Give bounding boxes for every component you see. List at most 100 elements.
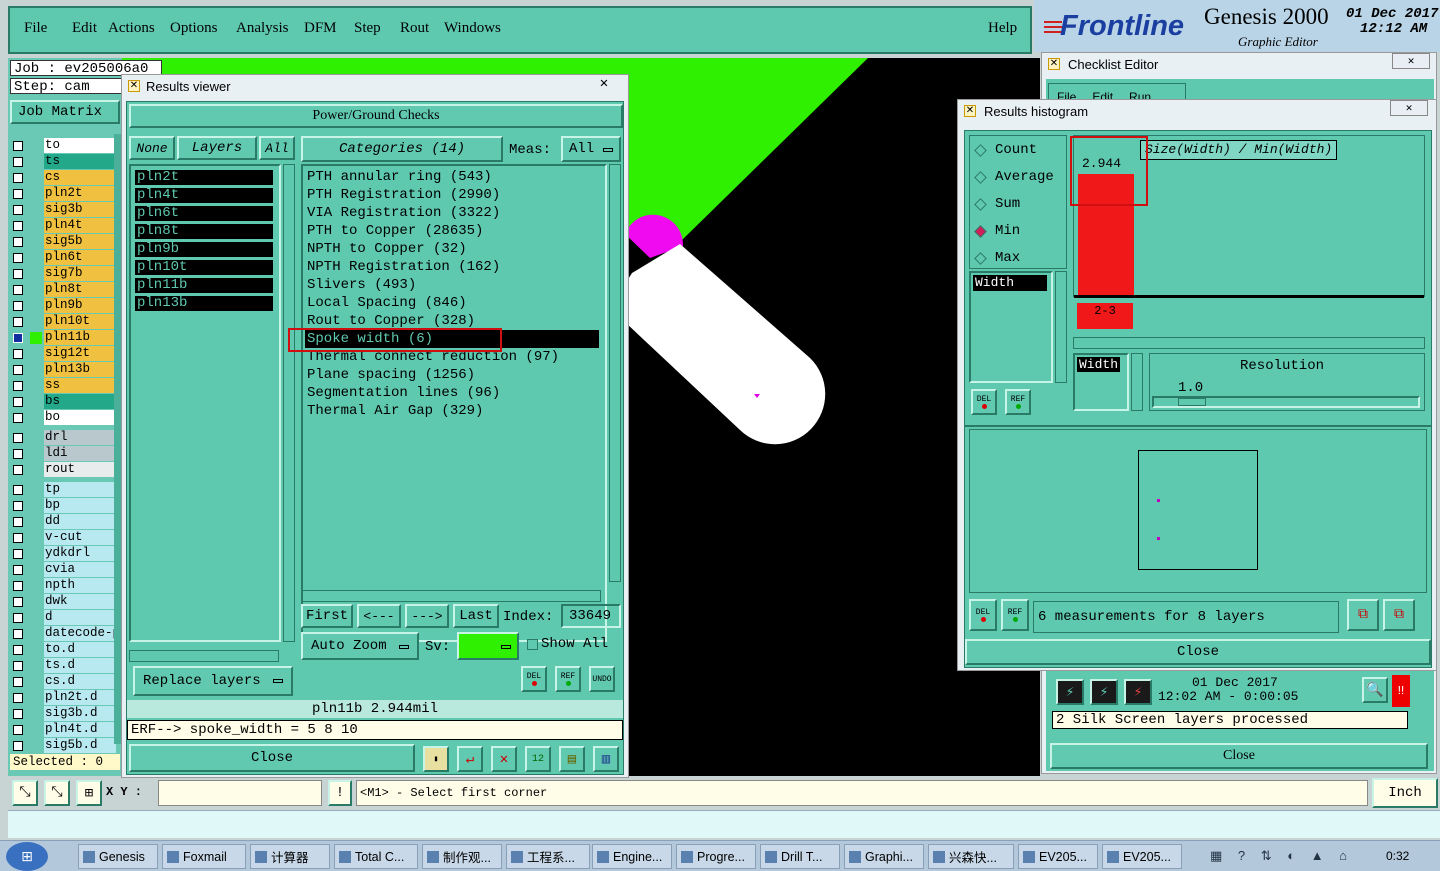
first-button[interactable]: First — [301, 604, 353, 628]
layer-checkbox[interactable] — [13, 301, 23, 311]
layer-row-bo[interactable]: bo — [8, 410, 116, 426]
categories-list[interactable]: PTH annular ring (543) PTH Registration (… — [301, 164, 607, 642]
units-button[interactable]: Inch — [1372, 778, 1438, 808]
layer-row-cs.d[interactable]: cs.d — [8, 674, 116, 690]
start-button[interactable]: ⊞ — [6, 842, 48, 871]
histogram-hscroll[interactable] — [1073, 337, 1425, 349]
category-item[interactable]: Local Spacing (846) — [307, 294, 467, 312]
menu-edit[interactable]: Edit — [72, 20, 97, 37]
category-item[interactable]: NPTH Registration (162) — [307, 258, 500, 276]
category-item[interactable]: PTH to Copper (28635) — [307, 222, 483, 240]
taskbar-item[interactable]: 制作观... — [422, 844, 502, 869]
resolution-slider[interactable] — [1152, 396, 1420, 408]
del-icon[interactable]: DEL — [969, 599, 997, 631]
mode-option-min[interactable]: Min — [974, 221, 1020, 241]
layer-checkbox[interactable] — [13, 269, 23, 279]
layer-row-to[interactable]: to — [8, 138, 116, 154]
result-layer-item[interactable]: pln9b — [135, 242, 273, 257]
export-icon[interactable]: ⧉ — [1347, 599, 1379, 631]
layer-row-bp[interactable]: bp — [8, 498, 116, 514]
layer-row-cs[interactable]: cs — [8, 170, 116, 186]
layer-list-hscroll[interactable] — [129, 650, 279, 662]
taskbar-item[interactable]: EV205... — [1018, 844, 1098, 869]
results-viewer-close-button[interactable]: Close — [129, 744, 415, 772]
layer-checkbox[interactable] — [13, 693, 23, 703]
measure-list[interactable]: Width — [969, 271, 1053, 383]
taskbar-item[interactable]: Progre... — [676, 844, 756, 869]
layer-checkbox[interactable] — [13, 253, 23, 263]
info-icon[interactable]: ! — [328, 780, 352, 806]
close-icon[interactable]: ✕ — [590, 77, 618, 91]
zoom-fit-icon[interactable]: ⤡ — [12, 780, 38, 806]
categories-hscroll[interactable] — [301, 590, 601, 602]
layer-row-bs[interactable]: bs — [8, 394, 116, 410]
cancel-icon[interactable]: ✕ — [491, 746, 517, 772]
menu-actions[interactable]: Actions — [108, 20, 155, 37]
histogram-close-button[interactable]: Close — [965, 639, 1431, 665]
layer-row-sig5b[interactable]: sig5b — [8, 234, 116, 250]
layer-checkbox[interactable] — [13, 517, 23, 527]
menu-options[interactable]: Options — [170, 20, 218, 37]
layer-checkbox[interactable] — [13, 141, 23, 151]
taskbar-item[interactable]: Engine... — [592, 844, 672, 869]
result-layer-item[interactable]: pln6t — [135, 206, 273, 221]
layer-checkbox[interactable] — [13, 549, 23, 559]
undo-icon[interactable]: UNDO — [589, 666, 615, 692]
layer-row-to.d[interactable]: to.d — [8, 642, 116, 658]
layer-checkbox[interactable] — [13, 581, 23, 591]
layer-row-ts.d[interactable]: ts.d — [8, 658, 116, 674]
zoom-icon[interactable]: 🔍 — [1362, 677, 1388, 703]
layer-checkbox[interactable] — [13, 413, 23, 423]
layer-row-sig7b[interactable]: sig7b — [8, 266, 116, 282]
layer-checkbox[interactable] — [13, 189, 23, 199]
number-icon[interactable]: 12 — [525, 746, 551, 772]
result-layer-item[interactable]: pln8t — [135, 224, 273, 239]
layer-checkbox[interactable] — [13, 317, 23, 327]
ref-icon[interactable]: REF — [555, 666, 581, 692]
sv-color-select[interactable] — [457, 632, 519, 660]
layer-checkbox[interactable] — [13, 725, 23, 735]
layer-row-drl[interactable]: drl — [8, 430, 116, 446]
layer-row-pln4t[interactable]: pln4t — [8, 218, 116, 234]
menu-file[interactable]: File — [24, 20, 47, 37]
menu-help[interactable]: Help — [988, 20, 1017, 37]
layer-row-v-cut[interactable]: v-cut — [8, 530, 116, 546]
layer-row-pln8t[interactable]: pln8t — [8, 282, 116, 298]
category-item[interactable]: Plane spacing (1256) — [307, 366, 475, 384]
result-layer-item[interactable]: pln13b — [135, 296, 273, 311]
layer-row-pln11b[interactable]: pln11b — [8, 330, 116, 346]
flag-icon[interactable]: ▮ — [423, 746, 449, 772]
width-field[interactable]: Width — [1073, 353, 1129, 411]
category-item[interactable]: Thermal Air Gap (329) — [307, 402, 483, 420]
result-layer-item[interactable]: pln11b — [135, 278, 273, 293]
close-icon[interactable]: ✕ — [1392, 53, 1430, 69]
layer-checkbox[interactable] — [13, 709, 23, 719]
taskbar-item[interactable]: 工程系... — [506, 844, 590, 869]
layer-row-sig3b[interactable]: sig3b — [8, 202, 116, 218]
ref-icon[interactable]: REF — [1001, 599, 1029, 631]
mode-option-count[interactable]: Count — [974, 140, 1037, 160]
layer-checkbox[interactable] — [13, 597, 23, 607]
menu-analysis[interactable]: Analysis — [236, 20, 289, 37]
menu-windows[interactable]: Windows — [444, 20, 501, 37]
close-icon[interactable]: ✕ — [1390, 100, 1428, 116]
zoom-select-icon[interactable]: ⤡ — [44, 780, 70, 806]
measure-list-item[interactable]: Width — [973, 275, 1047, 291]
layer-list-scrollbar[interactable] — [283, 164, 295, 642]
run-all-icon[interactable]: ⚡ — [1090, 679, 1118, 705]
grid-icon[interactable]: ⊞ — [76, 780, 102, 806]
layer-checkbox[interactable] — [13, 173, 23, 183]
show-all-checkbox[interactable] — [527, 639, 538, 650]
layer-row-tp[interactable]: tp — [8, 482, 116, 498]
layer-checkbox[interactable] — [13, 613, 23, 623]
taskbar-item[interactable]: Foxmail — [162, 844, 246, 869]
category-item[interactable]: VIA Registration (3322) — [307, 204, 500, 222]
layer-results-list[interactable]: pln2t pln4t pln6t pln8t pln9b pln10t pln11b pln… — [129, 164, 281, 642]
layer-row-pln4t.d[interactable]: pln4t.d — [8, 722, 116, 738]
layer-row-pln6t[interactable]: pln6t — [8, 250, 116, 266]
layer-checkbox[interactable] — [13, 397, 23, 407]
layer-checkbox[interactable] — [13, 381, 23, 391]
layer-checkbox[interactable] — [13, 465, 23, 475]
prev-button[interactable]: <--- — [357, 604, 401, 628]
del-icon[interactable]: DEL — [971, 389, 997, 415]
